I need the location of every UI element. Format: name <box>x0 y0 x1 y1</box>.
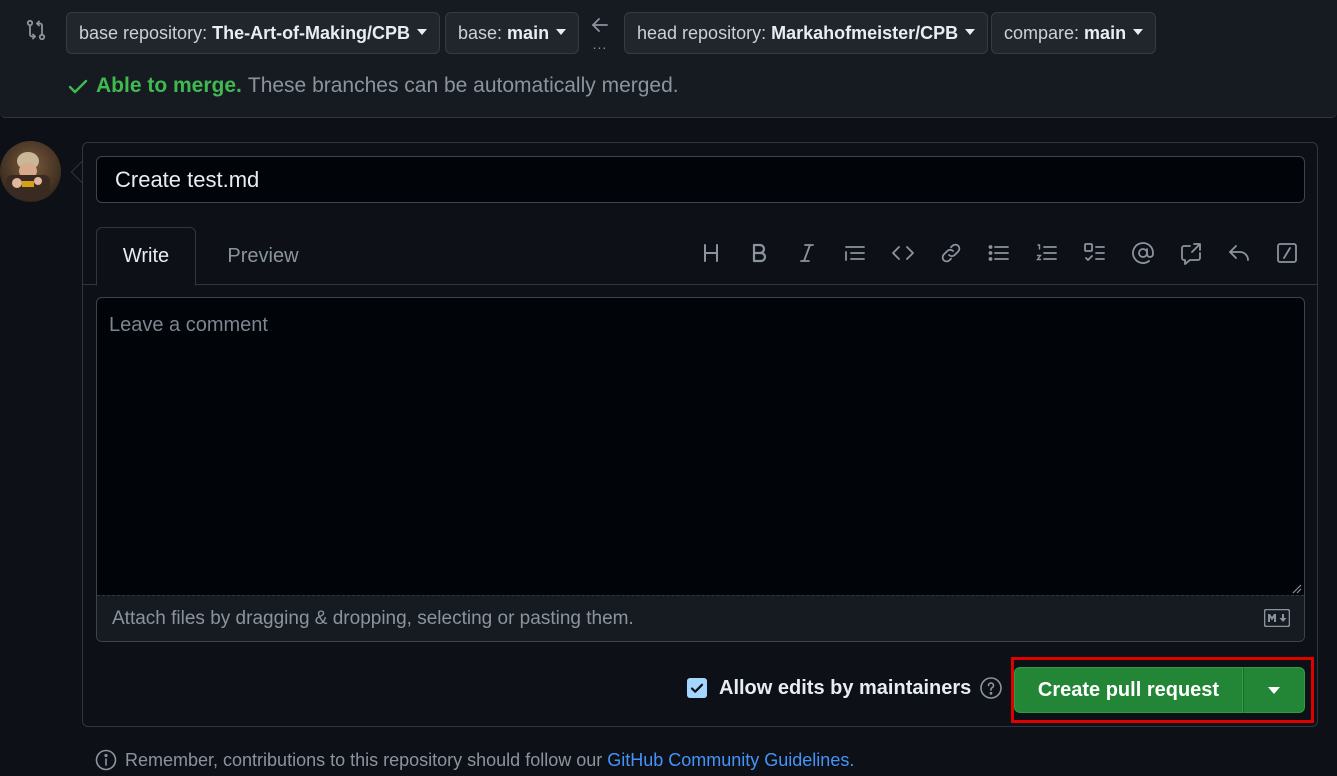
base-branch-label: base: <box>458 22 503 43</box>
tab-preview[interactable]: Preview <box>213 227 313 285</box>
editor-tabnav: Write Preview <box>83 227 1317 286</box>
heading-icon[interactable] <box>699 241 723 265</box>
arrow-left-icon <box>592 18 608 32</box>
create-pull-request-button[interactable]: Create pull request <box>1014 667 1243 713</box>
create-pull-request-group: Create pull request <box>1014 667 1305 713</box>
attach-files-text: Attach files by dragging & dropping, sel… <box>112 607 634 629</box>
contribution-note-text: Remember, contributions to this reposito… <box>125 749 603 770</box>
link-icon[interactable] <box>939 241 963 265</box>
italic-icon[interactable] <box>795 241 819 265</box>
base-branch-select[interactable]: base: main <box>445 12 580 54</box>
comment-textarea[interactable] <box>97 298 1304 595</box>
numbered-list-icon[interactable] <box>1035 241 1059 265</box>
allow-edits-checkbox[interactable] <box>687 678 707 698</box>
allow-edits-control: Allow edits by maintainers <box>687 676 1003 700</box>
compare-branch-value: main <box>1084 22 1127 43</box>
merge-status-message: These branches can be automatically merg… <box>247 74 679 97</box>
head-repository-value: Markahofmeister/CPB <box>771 22 959 43</box>
allow-edits-label: Allow edits by maintainers <box>719 676 972 699</box>
compare-branch-label: compare: <box>1004 22 1080 43</box>
merge-status-ok: Able to merge. <box>96 74 242 97</box>
check-icon <box>66 74 90 98</box>
composer-actions: Allow edits by maintainers Create pull r… <box>83 657 1317 723</box>
pull-request-composer: Write Preview <box>82 142 1318 727</box>
caret-down-icon <box>965 29 976 35</box>
compare-bar: base repository: The-Art-of-Making/CPB b… <box>0 0 1337 118</box>
community-guidelines-link[interactable]: GitHub Community Guidelines. <box>607 750 854 771</box>
caret-down-icon <box>417 29 428 35</box>
compare-branch-select[interactable]: compare: main <box>991 12 1157 54</box>
title-input[interactable] <box>96 156 1305 203</box>
comment-editor: Attach files by dragging & dropping, sel… <box>96 297 1305 642</box>
caret-down-icon <box>556 29 567 35</box>
caret-down-icon <box>1268 686 1280 694</box>
caret-down-icon <box>1133 29 1144 35</box>
saved-reply-icon[interactable] <box>1227 241 1251 265</box>
slash-commands-icon[interactable] <box>1275 241 1299 265</box>
markdown-toolbar <box>679 241 1299 265</box>
quote-icon[interactable] <box>843 241 867 265</box>
mention-icon[interactable] <box>1131 241 1155 265</box>
merge-status: Able to merge. These branches can be aut… <box>66 74 679 98</box>
resize-handle-icon[interactable] <box>1290 581 1302 594</box>
compare-arrow: ... <box>588 16 612 52</box>
bulleted-list-icon[interactable] <box>987 241 1011 265</box>
base-repository-value: The-Art-of-Making/CPB <box>212 22 411 43</box>
base-repository-select[interactable]: base repository: The-Art-of-Making/CPB <box>66 12 441 54</box>
bold-icon[interactable] <box>747 241 771 265</box>
head-repository-select[interactable]: head repository: Markahofmeister/CPB <box>624 12 989 54</box>
git-compare-icon <box>24 18 48 42</box>
info-icon <box>95 749 117 771</box>
task-list-icon[interactable] <box>1083 241 1107 265</box>
code-icon[interactable] <box>891 241 915 265</box>
question-icon[interactable] <box>979 676 1003 700</box>
attach-files-bar[interactable]: Attach files by dragging & dropping, sel… <box>97 595 1304 641</box>
create-options-dropdown[interactable] <box>1243 667 1305 713</box>
head-repository-label: head repository: <box>637 22 767 43</box>
base-branch-value: main <box>507 22 550 43</box>
markdown-icon[interactable] <box>1263 608 1291 628</box>
avatar[interactable] <box>0 141 61 202</box>
arrow-dots: ... <box>592 36 608 52</box>
base-repository-label: base repository: <box>79 22 208 43</box>
tab-write[interactable]: Write <box>96 227 196 286</box>
contribution-note: Remember, contributions to this reposito… <box>95 749 854 771</box>
cross-reference-icon[interactable] <box>1179 241 1203 265</box>
